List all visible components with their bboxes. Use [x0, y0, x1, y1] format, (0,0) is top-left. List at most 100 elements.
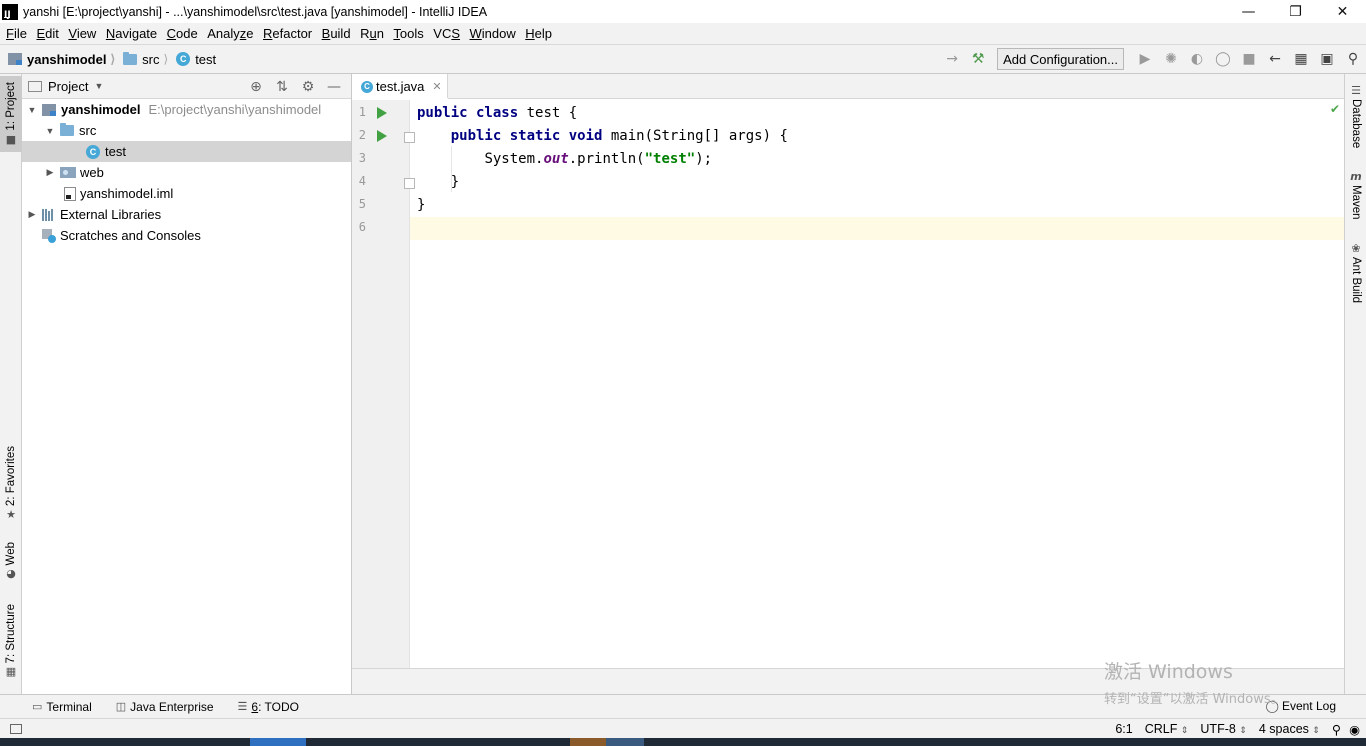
inspector-icon[interactable]: ◉ [1349, 722, 1360, 737]
tree-item-src[interactable]: ▼ src [22, 120, 351, 141]
menu-item-text: efactor [272, 26, 313, 41]
menu-item[interactable]: Edit [33, 26, 65, 41]
menu-item[interactable]: VCS [430, 26, 466, 41]
menu-item[interactable]: Navigate [103, 26, 164, 41]
tab-ant-build[interactable]: ❀ Ant Build [1345, 240, 1366, 310]
editor-tab-test-java[interactable]: C test.java ✕ [352, 74, 448, 100]
restore-icon[interactable]: ❐ [1272, 0, 1319, 23]
back-arrow-icon[interactable]: ← [1262, 48, 1288, 70]
arrow-right-icon[interactable]: → [939, 48, 965, 70]
build-hammer-icon[interactable]: ⚒ [965, 48, 991, 70]
menu-item[interactable]: Window [467, 26, 523, 41]
code-area[interactable]: public class test { public static void m… [410, 100, 1344, 668]
indent-widget[interactable]: 4 spaces ⇕ [1259, 722, 1320, 736]
taskbar-item[interactable] [250, 738, 306, 746]
collapse-all-icon[interactable]: ⇅ [269, 79, 295, 95]
stop-icon[interactable]: ■ [1236, 48, 1262, 70]
menu-item-text: elp [534, 26, 553, 41]
code-text: } [417, 197, 426, 213]
caret-position[interactable]: 6:1 [1115, 722, 1132, 736]
menu-item-text: ode [176, 26, 198, 41]
close-icon[interactable]: ✕ [1319, 0, 1366, 23]
static-field: out [543, 151, 569, 167]
tool-windows-toggle-icon[interactable] [10, 723, 22, 734]
java-enterprise-button[interactable]: ◫ Java Enterprise [116, 700, 214, 714]
menu-item[interactable]: Analyze [204, 26, 260, 41]
navigation-bar: yanshimodel ⟩ src ⟩ C test → ⚒ Add Confi… [0, 44, 1366, 74]
tree-item-scratches[interactable]: Scratches and Consoles [22, 225, 351, 246]
project-tool-window: Project ▼ ⊕ ⇅ ⚙ — ▼ yanshimodel E:\proje… [22, 74, 352, 694]
code-editor: C test.java ✕ 1 2 3 4 5 6 public class t… [352, 74, 1344, 694]
status-widgets: 6:1 CRLF ⇕ UTF-8 ⇕ 4 spaces ⇕ ⚲ ◉ [1115, 719, 1366, 739]
structure-icon: ▦ [5, 665, 17, 679]
todo-button[interactable]: ☰ 6: TODO [238, 700, 299, 714]
code-line-6-current [410, 217, 1344, 240]
tab-structure[interactable]: 7: Structure ▦ [0, 604, 22, 686]
menu-item[interactable]: Tools [390, 26, 430, 41]
chevron-right-icon[interactable]: ▶ [44, 167, 56, 178]
code-text: } [450, 174, 460, 190]
chevron-down-icon[interactable]: ▼ [44, 126, 56, 136]
keyword: public static void [450, 128, 603, 144]
event-log-label: Event Log [1281, 699, 1336, 713]
layout-icon[interactable]: ▣ [1314, 48, 1340, 70]
project-structure-icon[interactable]: ▦ [1288, 48, 1314, 70]
search-icon[interactable]: ⚲ [1340, 48, 1366, 70]
hide-icon[interactable]: — [321, 79, 347, 95]
terminal-button[interactable]: ▭ Terminal [32, 700, 92, 714]
tab-database[interactable]: ☰ Database [1345, 82, 1366, 152]
tree-item-external-libraries[interactable]: ▶ External Libraries [22, 204, 351, 225]
menu-item-mnemonic: H [525, 26, 535, 41]
menu-item[interactable]: Code [164, 26, 205, 41]
menu-item-text: avigate [115, 26, 158, 41]
run-icon[interactable]: ▶ [1132, 48, 1158, 70]
tree-item-module[interactable]: ▼ yanshimodel E:\project\yanshi\yanshimo… [22, 99, 351, 120]
menu-item[interactable]: File [3, 26, 33, 41]
tree-test-label: test [105, 144, 126, 159]
java-enterprise-label: Java Enterprise [130, 699, 214, 714]
encoding-widget[interactable]: UTF-8 ⇕ [1200, 722, 1246, 736]
chevron-right-icon[interactable]: ▶ [26, 209, 38, 220]
run-class-icon[interactable] [377, 107, 387, 119]
menu-item[interactable]: Build [319, 26, 357, 41]
chevron-right-icon: ⟩ [110, 52, 116, 66]
debug-icon[interactable]: ✺ [1158, 48, 1184, 70]
coverage-icon[interactable]: ◐ [1184, 48, 1210, 70]
add-configuration-button[interactable]: Add Configuration... [997, 48, 1124, 70]
menu-item[interactable]: Run [357, 26, 390, 41]
chevron-down-icon[interactable]: ▼ [26, 105, 38, 115]
menu-bar: File Edit View Navigate Code Analyze Refactor B… [0, 23, 1366, 44]
gear-icon[interactable]: ⚙ [295, 79, 321, 95]
menu-item-mnemonic: N [105, 26, 116, 41]
taskbar-item[interactable] [606, 738, 644, 746]
breadcrumb-module-label: yanshimodel [27, 51, 107, 67]
tab-structure-label: 7: Structure [5, 604, 17, 664]
run-main-icon[interactable] [377, 130, 387, 142]
lock-icon[interactable]: ⚲ [1332, 722, 1341, 737]
tree-item-web[interactable]: ▶ web [22, 162, 351, 183]
tab-web[interactable]: Web ◕ [0, 542, 22, 590]
menu-item[interactable]: View [65, 26, 102, 41]
breadcrumb-module[interactable]: yanshimodel ⟩ [8, 52, 115, 67]
locate-icon[interactable]: ⊕ [243, 79, 269, 95]
profile-icon[interactable]: ◯ [1210, 48, 1236, 70]
breadcrumb-file[interactable]: C test [176, 52, 216, 67]
project-view-selector[interactable]: Project ▼ [28, 79, 103, 94]
menu-item[interactable]: Help [522, 26, 558, 41]
tree-item-iml[interactable]: yanshimodel.iml [22, 183, 351, 204]
tab-project[interactable]: 1: Project ■ [0, 76, 22, 152]
code-text: System. [484, 151, 544, 167]
line-separator-widget[interactable]: CRLF ⇕ [1145, 722, 1189, 736]
java-class-icon: C [361, 80, 373, 93]
globe-icon: ◕ [6, 567, 16, 581]
tab-maven[interactable]: m Maven [1345, 168, 1366, 224]
tree-item-test[interactable]: C test [22, 141, 351, 162]
minimize-icon[interactable]: — [1225, 0, 1272, 23]
close-icon[interactable]: ✕ [432, 80, 441, 93]
line-separator-label: CRLF [1144, 722, 1178, 736]
breadcrumb-src[interactable]: src ⟩ [123, 51, 168, 67]
taskbar-item[interactable] [570, 738, 606, 746]
project-panel-title: Project [48, 78, 89, 94]
menu-item[interactable]: Refactor [260, 26, 319, 41]
tab-favorites[interactable]: 2: Favorites ★ [0, 446, 22, 526]
